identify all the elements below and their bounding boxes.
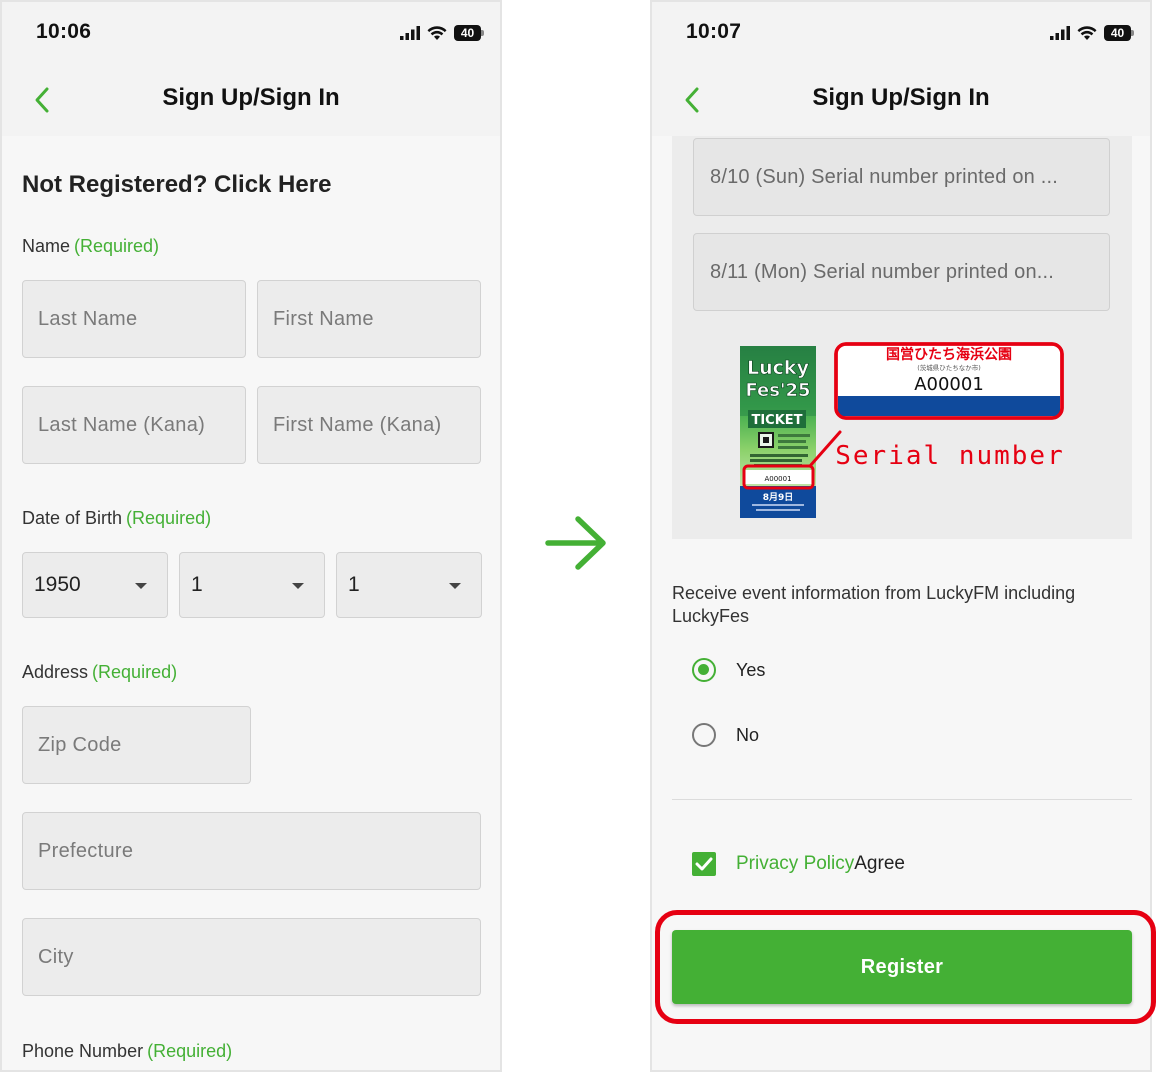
birth-year-select[interactable]: 1950 <box>22 552 168 618</box>
checkmark-icon <box>695 857 713 871</box>
callout-venue: 国営ひたち海浜公園 <box>886 346 1012 363</box>
event-info-question: Receive event information from LuckyFM i… <box>672 583 1076 626</box>
callout-caption: Serial number <box>835 441 1065 471</box>
birth-year-value: 1950 <box>34 573 81 596</box>
name-label-text: Name <box>22 236 71 256</box>
arrow-right-icon <box>545 516 606 570</box>
battery-icon: 40 <box>1104 25 1134 41</box>
status-time: 10:07 <box>686 20 742 43</box>
divider <box>672 799 1132 800</box>
no-label: No <box>736 724 760 745</box>
dropdown-caret-icon <box>292 583 304 589</box>
ticket-date: 8月9日 <box>763 492 794 503</box>
agree-text: Privacy PolicyAgree <box>736 853 905 875</box>
radio-selected-icon <box>692 658 716 682</box>
address-label: Address (Required) <box>22 662 177 683</box>
ticket-logo-line2: Fes'25 <box>745 380 810 401</box>
wifi-icon <box>427 25 447 40</box>
status-time: 10:06 <box>36 20 92 43</box>
status-bar: 10:06 40 <box>2 2 500 64</box>
birth-day-select[interactable]: 1 <box>336 552 482 618</box>
required-tag: (Required) <box>126 508 212 528</box>
required-tag: (Required) <box>92 662 178 682</box>
required-tag: (Required) <box>147 1041 233 1061</box>
callout-serial: A00001 <box>914 374 984 395</box>
register-highlight-annotation <box>655 910 1156 1024</box>
page-title: Sign Up/Sign In <box>812 84 990 111</box>
serial-number-0811-input[interactable]: 8/11 (Mon) Serial number printed on... <box>693 233 1110 311</box>
ticket-logo-line1: Lucky <box>747 357 810 379</box>
nav-bar: Sign Up/Sign In <box>652 64 1150 136</box>
name-label: Name (Required) <box>22 236 159 257</box>
wifi-icon <box>1077 25 1097 40</box>
first-name-input[interactable]: First Name <box>257 280 481 358</box>
cellular-signal-icon <box>400 26 420 40</box>
ticket-word: TICKET <box>751 413 802 428</box>
dropdown-caret-icon <box>449 583 461 589</box>
agree-suffix: Agree <box>854 853 905 874</box>
ticket-serial-number: A00001 <box>764 475 791 483</box>
radio-unselected-icon <box>692 723 716 747</box>
last-name-kana-input[interactable]: Last Name (Kana) <box>22 386 246 464</box>
privacy-agree-checkbox[interactable] <box>692 852 716 876</box>
event-info-no-option[interactable]: No <box>692 723 759 747</box>
yes-label: Yes <box>736 659 766 680</box>
dob-label: Date of Birth (Required) <box>22 508 211 529</box>
privacy-agreement: Privacy PolicyAgree <box>692 852 905 876</box>
address-label-text: Address <box>22 662 89 682</box>
battery-level: 40 <box>460 26 475 40</box>
callout-venue-sub: (茨城県ひたちなか市) <box>917 363 981 372</box>
nav-bar: Sign Up/Sign In <box>2 64 500 136</box>
cellular-signal-icon <box>1050 26 1070 40</box>
battery-level: 40 <box>1110 26 1125 40</box>
prefecture-input[interactable]: Prefecture <box>22 812 481 890</box>
event-info-yes-option[interactable]: Yes <box>692 658 765 682</box>
required-tag: (Required) <box>74 236 160 256</box>
dob-label-text: Date of Birth <box>22 508 123 528</box>
city-input[interactable]: City <box>22 918 481 996</box>
page-title: Sign Up/Sign In <box>162 84 340 111</box>
dropdown-caret-icon <box>135 583 147 589</box>
signup-screen-before: 10:06 40 Sign Up/Sign In Not Registered?… <box>0 0 502 1072</box>
phone-label: Phone Number (Required) <box>22 1041 232 1062</box>
birth-day-value: 1 <box>348 573 360 596</box>
birth-month-select[interactable]: 1 <box>179 552 325 618</box>
zip-code-input[interactable]: Zip Code <box>22 706 251 784</box>
birth-month-value: 1 <box>191 573 203 596</box>
form-heading: Not Registered? Click Here <box>22 171 332 198</box>
status-icons: 40 <box>400 22 484 44</box>
first-name-kana-input[interactable]: First Name (Kana) <box>257 386 481 464</box>
ticket-serial-illustration: Lucky Fes'25 TICKET A00001 8月9日 国営ひたち海浜公… <box>740 342 1065 518</box>
last-name-input[interactable]: Last Name <box>22 280 246 358</box>
phone-label-text: Phone Number <box>22 1041 144 1061</box>
status-bar: 10:07 40 <box>652 2 1150 64</box>
serial-number-0810-input[interactable]: 8/10 (Sun) Serial number printed on ... <box>693 138 1110 216</box>
status-icons: 40 <box>1050 22 1134 44</box>
privacy-policy-link[interactable]: Privacy Policy <box>736 853 854 874</box>
battery-icon: 40 <box>454 25 484 41</box>
signup-form: Not Registered? Click Here Name (Required… <box>2 136 500 1070</box>
